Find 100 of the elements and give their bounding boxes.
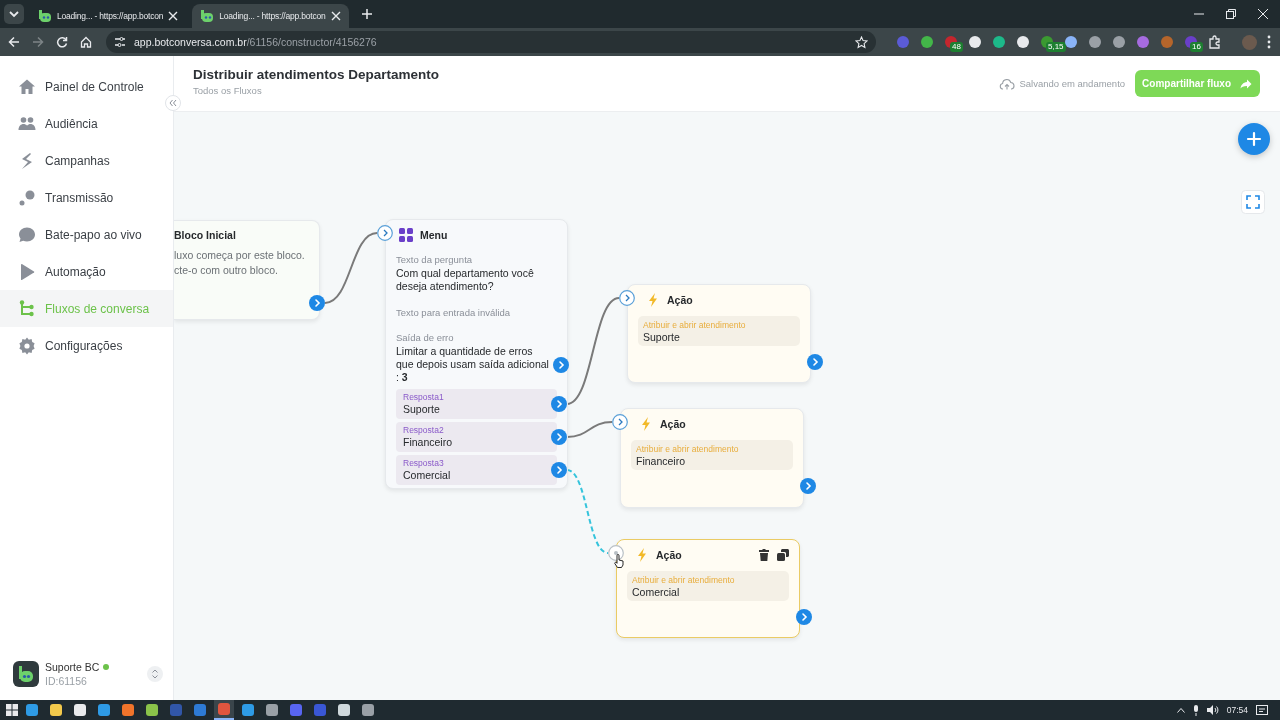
browser-tab[interactable]: Loading... - https://app.botcon	[30, 4, 187, 28]
lightning-icon	[648, 293, 658, 307]
close-icon[interactable]	[1258, 9, 1268, 19]
chat-bubble-icon	[18, 225, 36, 244]
output-port[interactable]	[551, 429, 567, 445]
block-title: Menu	[420, 229, 448, 241]
star-icon[interactable]	[855, 35, 868, 49]
app-icon[interactable]	[242, 704, 254, 716]
site-info-icon[interactable]	[114, 36, 126, 48]
forward-icon	[32, 36, 44, 48]
tab-list-icon[interactable]	[4, 4, 24, 24]
microphone-icon[interactable]	[1192, 704, 1199, 716]
app-icon[interactable]	[362, 704, 374, 716]
extension-badge: 48	[950, 42, 963, 52]
answer-option[interactable]: Resposta1 Suporte	[396, 389, 557, 419]
block-title: Ação	[660, 418, 686, 430]
bot-avatar-icon	[13, 661, 39, 687]
block-title: Ação	[656, 549, 682, 561]
copy-icon[interactable]	[777, 549, 789, 561]
new-tab-icon[interactable]	[360, 8, 373, 20]
lightning-icon	[641, 417, 651, 431]
cloud-upload-icon	[999, 77, 1016, 90]
app-icon[interactable]	[74, 704, 86, 716]
action-detail[interactable]: Atribuir e abrir atendimento Financeiro	[631, 440, 793, 470]
speaker-icon[interactable]	[1206, 705, 1219, 715]
address-bar[interactable]: app.botconversa.com.br/61156/constructor/4156276	[106, 31, 876, 53]
output-port[interactable]	[551, 462, 567, 478]
action-detail[interactable]: Atribuir e abrir atendimento Suporte	[638, 316, 800, 346]
close-icon[interactable]	[168, 11, 179, 21]
start-icon[interactable]	[6, 704, 18, 716]
extension-badge: 5,15	[1046, 42, 1066, 52]
extension-icon[interactable]	[1016, 35, 1030, 49]
app-icon[interactable]	[122, 704, 134, 716]
save-status: Salvando em andamento	[1019, 78, 1126, 89]
dots-icon	[18, 188, 36, 207]
output-port[interactable]	[807, 354, 823, 370]
puzzle-icon[interactable]	[1208, 35, 1222, 49]
browser-tab[interactable]: Loading... - https://app.botcon	[192, 4, 349, 28]
extension-icon[interactable]	[920, 35, 934, 49]
flow-title: Distribuir atendimentos Departamento	[193, 67, 440, 82]
output-port[interactable]	[796, 609, 812, 625]
nav-item[interactable]: Transmissão	[0, 179, 173, 216]
lightning-icon	[637, 548, 647, 562]
app-icon[interactable]	[266, 704, 278, 716]
field-label: Texto da pergunta	[396, 254, 474, 265]
nav-item[interactable]: Automação	[0, 253, 173, 290]
block-title: Ação	[667, 294, 693, 306]
output-port[interactable]	[800, 478, 816, 494]
switch-account-icon[interactable]	[147, 666, 163, 682]
more-icon[interactable]	[1267, 35, 1271, 49]
hand-cursor-icon	[614, 554, 624, 568]
output-port[interactable]	[309, 295, 325, 311]
close-icon[interactable]	[330, 11, 341, 21]
notification-icon[interactable]	[1256, 704, 1268, 716]
account-name: Suporte BC	[45, 661, 100, 673]
app-icon[interactable]	[98, 704, 110, 716]
add-icon[interactable]	[1238, 123, 1270, 155]
action-detail[interactable]: Atribuir e abrir atendimento Comercial	[627, 571, 789, 601]
app-icon[interactable]	[338, 704, 350, 716]
extension-icon[interactable]	[1112, 35, 1126, 49]
extension-icon[interactable]	[968, 35, 982, 49]
extension-icon[interactable]	[1064, 35, 1078, 49]
reload-icon[interactable]	[56, 36, 68, 48]
grid-icon	[399, 228, 413, 242]
trash-icon[interactable]	[759, 549, 769, 561]
nav-item[interactable]: Configurações	[0, 327, 173, 364]
start-block[interactable]: Bloco Inicial luxo começa por este bloco. cte-o com outro bloco.	[174, 220, 320, 320]
flow-icon	[18, 299, 36, 318]
output-port[interactable]	[551, 396, 567, 412]
nav-item[interactable]: Bate-papo ao vivo	[0, 216, 173, 253]
bot-logo-icon	[200, 9, 215, 23]
action-block[interactable]: Ação Atribuir e abrir atendimento Suporte	[627, 284, 811, 383]
app-icon[interactable]	[26, 704, 38, 716]
app-icon[interactable]	[146, 704, 158, 716]
back-icon[interactable]	[8, 36, 20, 48]
share-arrow-icon	[1240, 78, 1252, 89]
answer-option[interactable]: Resposta2 Financeiro	[396, 422, 557, 452]
home-icon	[18, 77, 36, 96]
gear-icon	[18, 336, 36, 355]
action-block[interactable]: Ação Atribuir e abrir atendimento Financeiro	[620, 408, 804, 508]
extension-icon[interactable]	[1088, 35, 1102, 49]
restore-icon[interactable]	[1226, 9, 1236, 19]
question-text: Com qual departamento você deseja atendimento?	[396, 267, 535, 293]
output-port[interactable]	[553, 356, 569, 373]
answer-option[interactable]: Resposta3 Comercial	[396, 455, 557, 485]
input-port[interactable]	[619, 290, 635, 306]
nav-item[interactable]: Audiência	[0, 105, 173, 142]
fullscreen-icon[interactable]	[1241, 190, 1265, 214]
app-icon[interactable]	[50, 704, 62, 716]
nav-item[interactable]: Campanhas	[0, 142, 173, 179]
caret-icon[interactable]	[1176, 707, 1185, 713]
nav-item[interactable]: Painel de Controle	[0, 68, 173, 105]
menu-block[interactable]	[385, 219, 568, 489]
home-icon[interactable]	[80, 36, 92, 48]
extension-icon[interactable]	[992, 35, 1006, 49]
input-port[interactable]	[612, 414, 628, 430]
url-text: app.botconversa.com.br/61156/constructor/4156276	[134, 36, 378, 48]
block-description: cte-o com outro bloco.	[174, 264, 279, 276]
action-block[interactable]: Ação Atribuir e abrir atendimento Comercial	[616, 539, 800, 638]
input-port[interactable]	[377, 225, 393, 241]
